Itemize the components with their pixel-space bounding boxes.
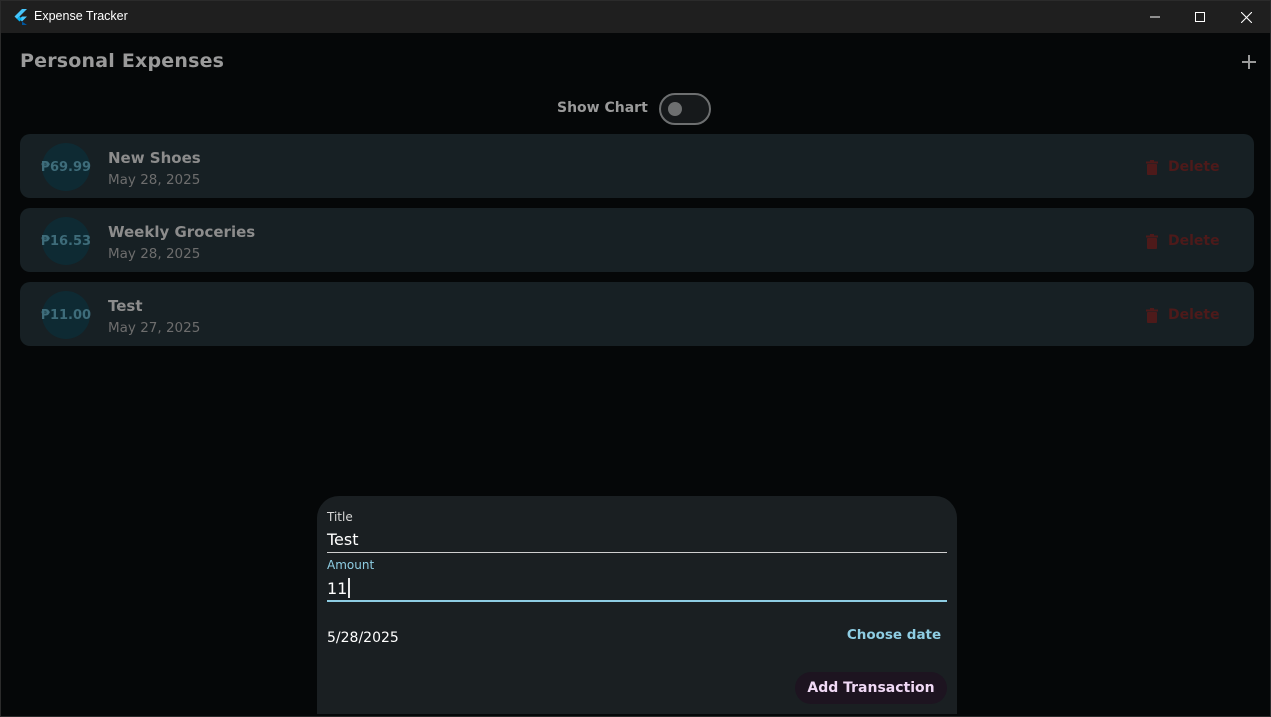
amount-text: ₱69.99 [40,159,92,175]
add-transaction-button[interactable]: Add Transaction [795,672,947,704]
plus-icon[interactable] [1239,52,1259,72]
show-chart-toggle[interactable] [659,93,711,125]
amount-field-underline [327,600,947,602]
transaction-card: ₱11.00 Test May 27, 2025 Delete [20,282,1254,346]
delete-label: Delete [1168,307,1220,323]
delete-label: Delete [1168,159,1220,175]
close-icon [1240,11,1252,23]
transaction-date: May 28, 2025 [108,246,201,262]
trash-icon [1146,159,1158,175]
close-button[interactable] [1223,1,1269,33]
transaction-title: New Shoes [108,149,201,167]
trash-icon [1146,307,1158,323]
delete-button[interactable]: Delete [1146,156,1220,178]
window-title: Expense Tracker [34,9,128,23]
transaction-title: Weekly Groceries [108,223,256,241]
minimize-icon [1150,16,1160,18]
delete-label: Delete [1168,233,1220,249]
text-caret [348,578,351,598]
transaction-date: May 27, 2025 [108,320,201,336]
maximize-button[interactable] [1177,1,1223,33]
amount-field[interactable]: 11 [327,578,351,598]
new-transaction-sheet: Title Test Amount 11 5/28/2025 Choose da… [317,496,957,714]
title-field-underline [327,552,947,553]
minimize-button[interactable] [1132,1,1178,33]
title-field[interactable]: Test [327,530,359,549]
transaction-date: May 28, 2025 [108,172,201,188]
page-title: Personal Expenses [20,50,225,72]
app-window: Expense Tracker Personal Expenses Show C… [0,0,1271,717]
trash-icon [1146,233,1158,249]
amount-field-label: Amount [327,558,375,572]
show-chart-label: Show Chart [557,100,648,116]
amount-avatar: ₱69.99 [40,143,92,191]
flutter-logo-icon [14,9,27,25]
amount-field-value: 11 [327,579,348,598]
amount-text: ₱16.53 [40,233,92,249]
amount-avatar: ₱11.00 [40,291,92,339]
main-content: Personal Expenses Show Chart ₱69.99 New … [5,33,1266,714]
transaction-card: ₱69.99 New Shoes May 28, 2025 Delete [20,134,1254,198]
transaction-card: ₱16.53 Weekly Groceries May 28, 2025 Del… [20,208,1254,272]
transaction-title: Test [108,297,143,315]
delete-button[interactable]: Delete [1146,230,1220,252]
maximize-icon [1195,12,1205,22]
title-bar[interactable]: Expense Tracker [1,1,1270,33]
amount-text: ₱11.00 [40,307,92,323]
choose-date-button[interactable]: Choose date [839,627,949,649]
title-field-label: Title [327,510,353,524]
delete-button[interactable]: Delete [1146,304,1220,326]
selected-date: 5/28/2025 [327,630,399,646]
amount-avatar: ₱16.53 [40,217,92,265]
toggle-knob [668,102,682,116]
